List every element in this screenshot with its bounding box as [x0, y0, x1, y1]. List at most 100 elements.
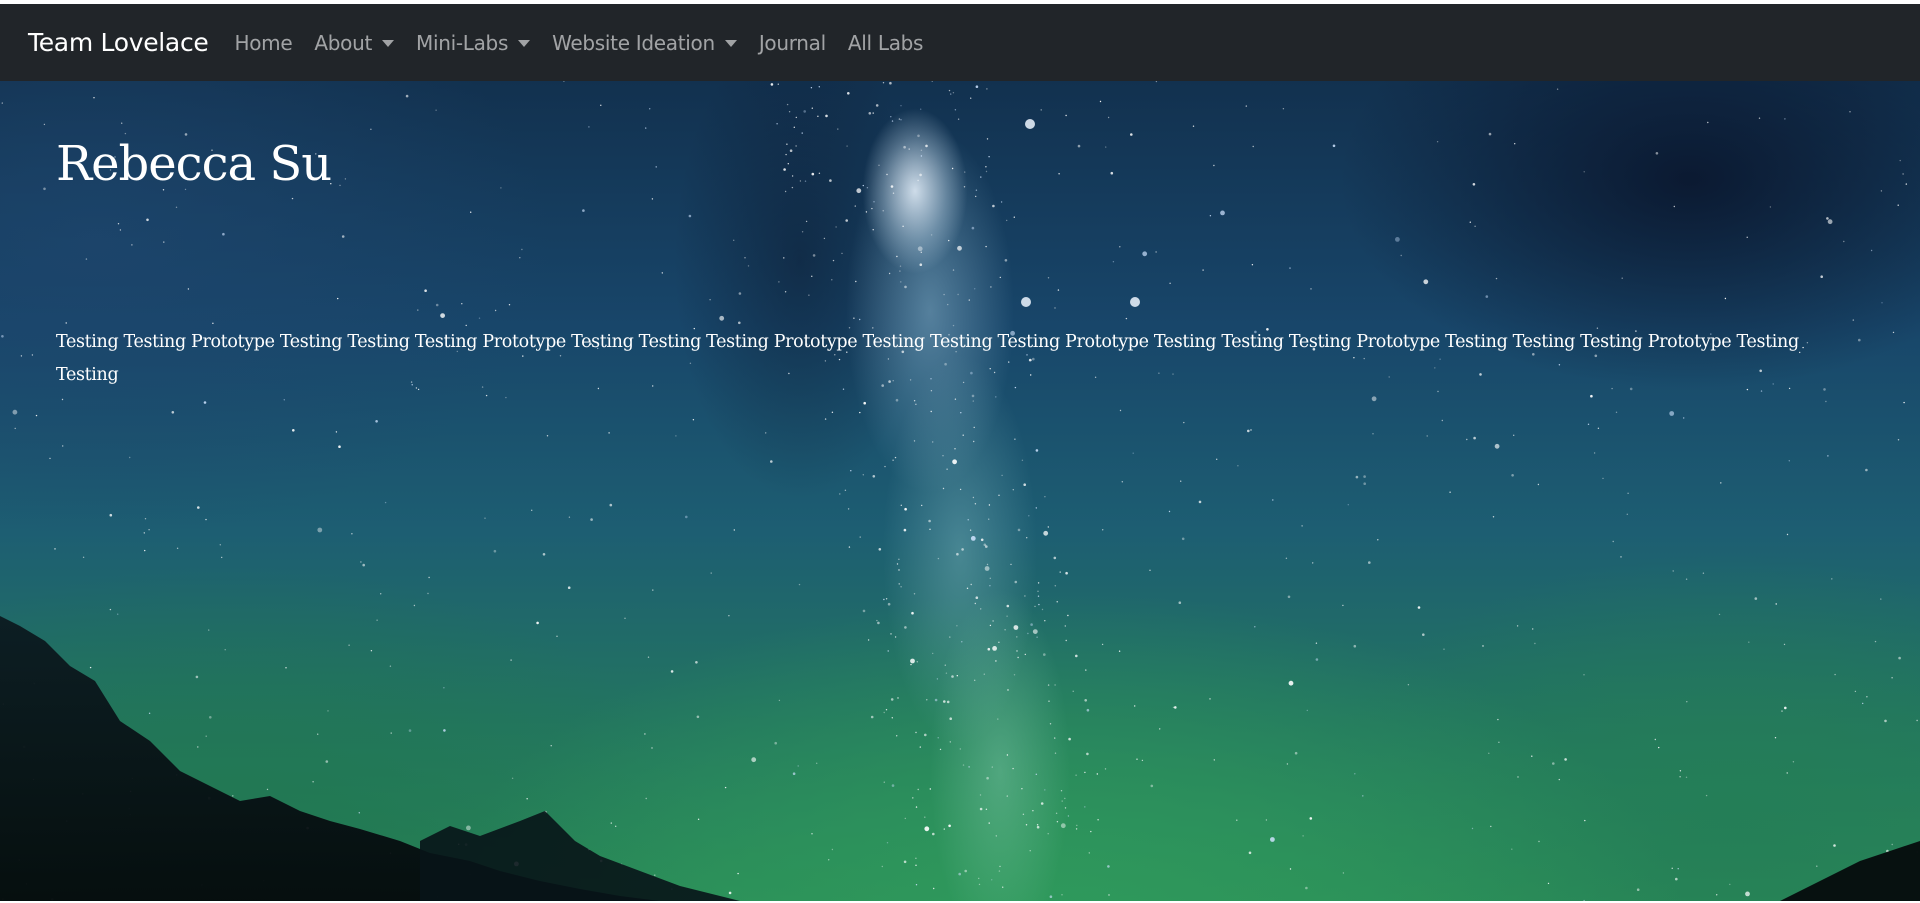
star: [696, 715, 700, 719]
star: [859, 536, 861, 538]
star: [924, 733, 927, 737]
star: [1061, 894, 1063, 896]
navbar-brand[interactable]: Team Lovelace: [28, 28, 209, 57]
star: [1363, 482, 1366, 486]
star: [54, 548, 56, 550]
star: [590, 518, 593, 521]
star: [787, 163, 789, 165]
star: [424, 289, 427, 292]
star: [975, 189, 978, 191]
star: [1426, 435, 1428, 437]
star: [1301, 525, 1303, 527]
star: [1305, 886, 1308, 890]
star: [937, 737, 939, 739]
star: [370, 128, 372, 130]
star: [1891, 843, 1893, 846]
star: [1053, 556, 1057, 560]
star: [903, 528, 907, 532]
star: [865, 211, 868, 213]
star: [1058, 173, 1060, 175]
star: [929, 528, 931, 530]
star: [898, 569, 900, 571]
star: [1040, 802, 1044, 805]
star: [770, 83, 774, 86]
star: [887, 602, 891, 606]
nav-item-about[interactable]: About: [314, 31, 394, 55]
star: [2, 703, 5, 705]
star: [109, 513, 113, 517]
star: [917, 788, 919, 791]
star: [117, 223, 120, 225]
star: [12, 409, 18, 415]
star: [789, 149, 793, 152]
star: [1027, 632, 1029, 635]
star: [904, 285, 907, 289]
nav-item-website-ideation[interactable]: Website Ideation: [552, 31, 737, 55]
star: [892, 459, 894, 461]
nav-item-journal[interactable]: Journal: [759, 31, 826, 55]
star: [744, 257, 746, 259]
nav-item-label: Website Ideation: [552, 30, 715, 55]
star: [1436, 141, 1439, 143]
star: [949, 741, 951, 743]
star: [904, 626, 907, 629]
star: [493, 549, 497, 553]
star: [1472, 183, 1476, 186]
star: [1315, 658, 1319, 661]
star: [915, 806, 918, 808]
star: [855, 280, 857, 283]
star: [810, 87, 813, 89]
star: [876, 619, 878, 622]
star: [692, 419, 695, 421]
star: [862, 474, 864, 476]
star: [900, 586, 902, 588]
star: [954, 448, 956, 450]
star: [521, 248, 523, 251]
star: [931, 81, 933, 82]
nav-item-home[interactable]: Home: [234, 31, 292, 55]
star: [1247, 429, 1250, 433]
star: [1065, 571, 1068, 575]
star: [988, 518, 990, 520]
star: [1584, 819, 1586, 822]
star: [1181, 537, 1185, 541]
star: [890, 116, 892, 118]
star: [920, 149, 923, 151]
star: [862, 609, 866, 613]
star: [999, 865, 1001, 868]
star: [913, 593, 916, 595]
star: [921, 504, 923, 507]
star: [845, 219, 848, 222]
star: [962, 434, 964, 436]
nav-item-mini-labs[interactable]: Mini-Labs: [416, 31, 531, 55]
star: [22, 745, 26, 749]
nav-item-all-labs[interactable]: All Labs: [848, 31, 924, 55]
star: [1892, 331, 1895, 334]
star: [1288, 680, 1294, 686]
star: [494, 309, 497, 312]
star: [792, 772, 796, 775]
star: [978, 883, 981, 886]
star: [883, 711, 885, 714]
star: [1564, 758, 1567, 761]
star: [1034, 605, 1036, 608]
star: [2, 898, 4, 900]
star: [128, 808, 130, 810]
star: [1130, 133, 1133, 136]
star: [844, 489, 847, 491]
star: [1125, 317, 1128, 320]
star: [808, 294, 810, 296]
star: [947, 303, 949, 306]
star: [997, 718, 999, 720]
star: [1119, 246, 1121, 248]
star: [531, 509, 533, 511]
star: [317, 733, 319, 735]
star: [1289, 868, 1292, 870]
star: [812, 254, 816, 257]
star: [968, 766, 970, 768]
star: [1826, 217, 1829, 220]
star: [971, 394, 975, 398]
star: [985, 545, 988, 548]
star: [778, 281, 780, 283]
star: [1746, 236, 1748, 238]
